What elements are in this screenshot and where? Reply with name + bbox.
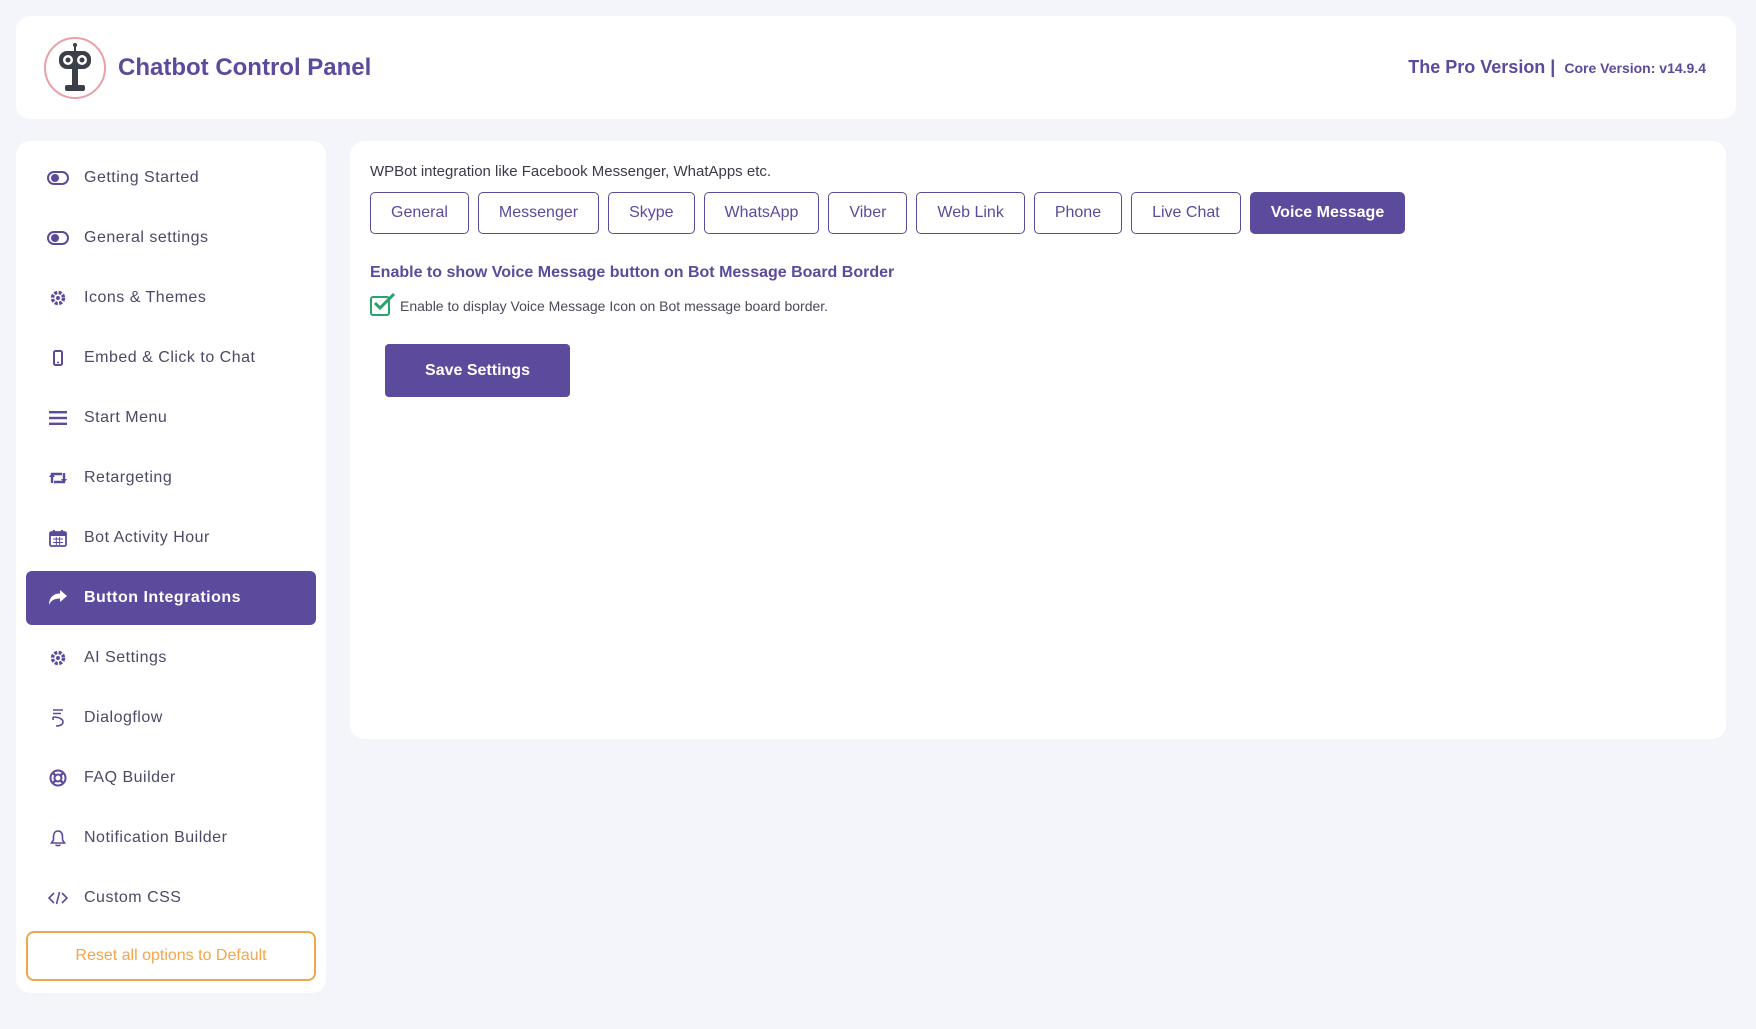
bell-icon bbox=[46, 828, 70, 848]
sidebar-item-label: Custom CSS bbox=[84, 889, 182, 906]
voice-message-checkbox-label: Enable to display Voice Message Icon on … bbox=[400, 298, 829, 314]
sidebar-item-dialogflow[interactable]: Dialogflow bbox=[26, 691, 316, 745]
sidebar-item-label: Icons & Themes bbox=[84, 289, 207, 306]
voice-message-option: Enable to display Voice Message Icon on … bbox=[370, 292, 1706, 316]
core-version-label: Core Version: v14.9.4 bbox=[1564, 60, 1706, 76]
main-panel: WPBot integration like Facebook Messenge… bbox=[350, 141, 1726, 739]
sidebar-item-notification-builder[interactable]: Notification Builder bbox=[26, 811, 316, 865]
version-info: The Pro Version | Core Version: v14.9.4 bbox=[1408, 57, 1706, 78]
sidebar-item-label: Bot Activity Hour bbox=[84, 529, 210, 546]
brand: Chatbot Control Panel bbox=[44, 36, 372, 99]
sidebar-item-getting-started[interactable]: Getting Started bbox=[26, 151, 316, 205]
robot-logo-icon bbox=[44, 36, 106, 99]
gear-icon bbox=[46, 648, 70, 668]
tab-skype[interactable]: Skype bbox=[608, 192, 695, 234]
section-title: Enable to show Voice Message button on B… bbox=[370, 264, 895, 281]
sidebar-item-label: Retargeting bbox=[84, 469, 173, 486]
tab-voice-message[interactable]: Voice Message bbox=[1249, 192, 1406, 234]
sidebar-item-label: Button Integrations bbox=[84, 589, 242, 606]
sidebar-item-bot-activity-hour[interactable]: Bot Activity Hour bbox=[26, 511, 316, 565]
sidebar-item-retargeting[interactable]: Retargeting bbox=[26, 451, 316, 505]
tab-live-chat[interactable]: Live Chat bbox=[1131, 192, 1241, 234]
sidebar-item-icons-themes[interactable]: Icons & Themes bbox=[26, 271, 316, 325]
share-icon bbox=[46, 588, 70, 608]
tab-messenger[interactable]: Messenger bbox=[477, 192, 600, 234]
header: Chatbot Control Panel The Pro Version | … bbox=[16, 16, 1736, 119]
sidebar-item-embed-click-to-chat[interactable]: Embed & Click to Chat bbox=[26, 331, 316, 385]
integration-tabs: General Messenger Skype WhatsApp Viber W… bbox=[370, 192, 1706, 234]
sidebar-item-label: Start Menu bbox=[84, 409, 168, 426]
sidebar-item-custom-css[interactable]: Custom CSS bbox=[26, 871, 316, 925]
dialogflow-icon bbox=[46, 708, 70, 728]
gear-icon bbox=[46, 288, 70, 308]
sidebar-item-label: Notification Builder bbox=[84, 829, 228, 846]
calendar-icon bbox=[46, 528, 70, 548]
sidebar-item-button-integrations[interactable]: Button Integrations bbox=[26, 571, 316, 625]
checkmark-icon bbox=[373, 292, 396, 311]
sidebar-item-general-settings[interactable]: General settings bbox=[26, 211, 316, 265]
sidebar-item-label: FAQ Builder bbox=[84, 769, 176, 786]
tab-phone[interactable]: Phone bbox=[1033, 192, 1123, 234]
voice-message-checkbox[interactable] bbox=[370, 292, 396, 316]
code-icon bbox=[46, 888, 70, 908]
tab-general[interactable]: General bbox=[370, 192, 469, 234]
sidebar-item-start-menu[interactable]: Start Menu bbox=[26, 391, 316, 445]
sidebar-item-ai-settings[interactable]: AI Settings bbox=[26, 631, 316, 685]
sidebar-item-label: General settings bbox=[84, 229, 209, 246]
sidebar-item-label: AI Settings bbox=[84, 649, 167, 666]
tab-whatsapp[interactable]: WhatsApp bbox=[703, 192, 820, 234]
mobile-icon bbox=[46, 348, 70, 368]
save-settings-button[interactable]: Save Settings bbox=[385, 344, 570, 397]
integration-intro: WPBot integration like Facebook Messenge… bbox=[370, 163, 772, 180]
app-title: Chatbot Control Panel bbox=[118, 53, 372, 81]
sidebar-item-label: Dialogflow bbox=[84, 709, 163, 726]
retweet-icon bbox=[46, 468, 70, 488]
tab-viber[interactable]: Viber bbox=[828, 192, 908, 234]
toggle-icon bbox=[46, 168, 70, 188]
lifebuoy-icon bbox=[46, 768, 70, 788]
toggle-icon bbox=[46, 228, 70, 248]
sidebar-item-label: Getting Started bbox=[84, 169, 200, 186]
sidebar: Getting Started General settings Icons &… bbox=[16, 141, 326, 993]
pro-version-label: The Pro Version | bbox=[1408, 57, 1556, 77]
reset-defaults-button[interactable]: Reset all options to Default bbox=[26, 931, 316, 981]
tab-web-link[interactable]: Web Link bbox=[916, 192, 1025, 234]
sidebar-item-faq-builder[interactable]: FAQ Builder bbox=[26, 751, 316, 805]
sidebar-item-label: Embed & Click to Chat bbox=[84, 349, 256, 366]
menu-icon bbox=[46, 408, 70, 428]
